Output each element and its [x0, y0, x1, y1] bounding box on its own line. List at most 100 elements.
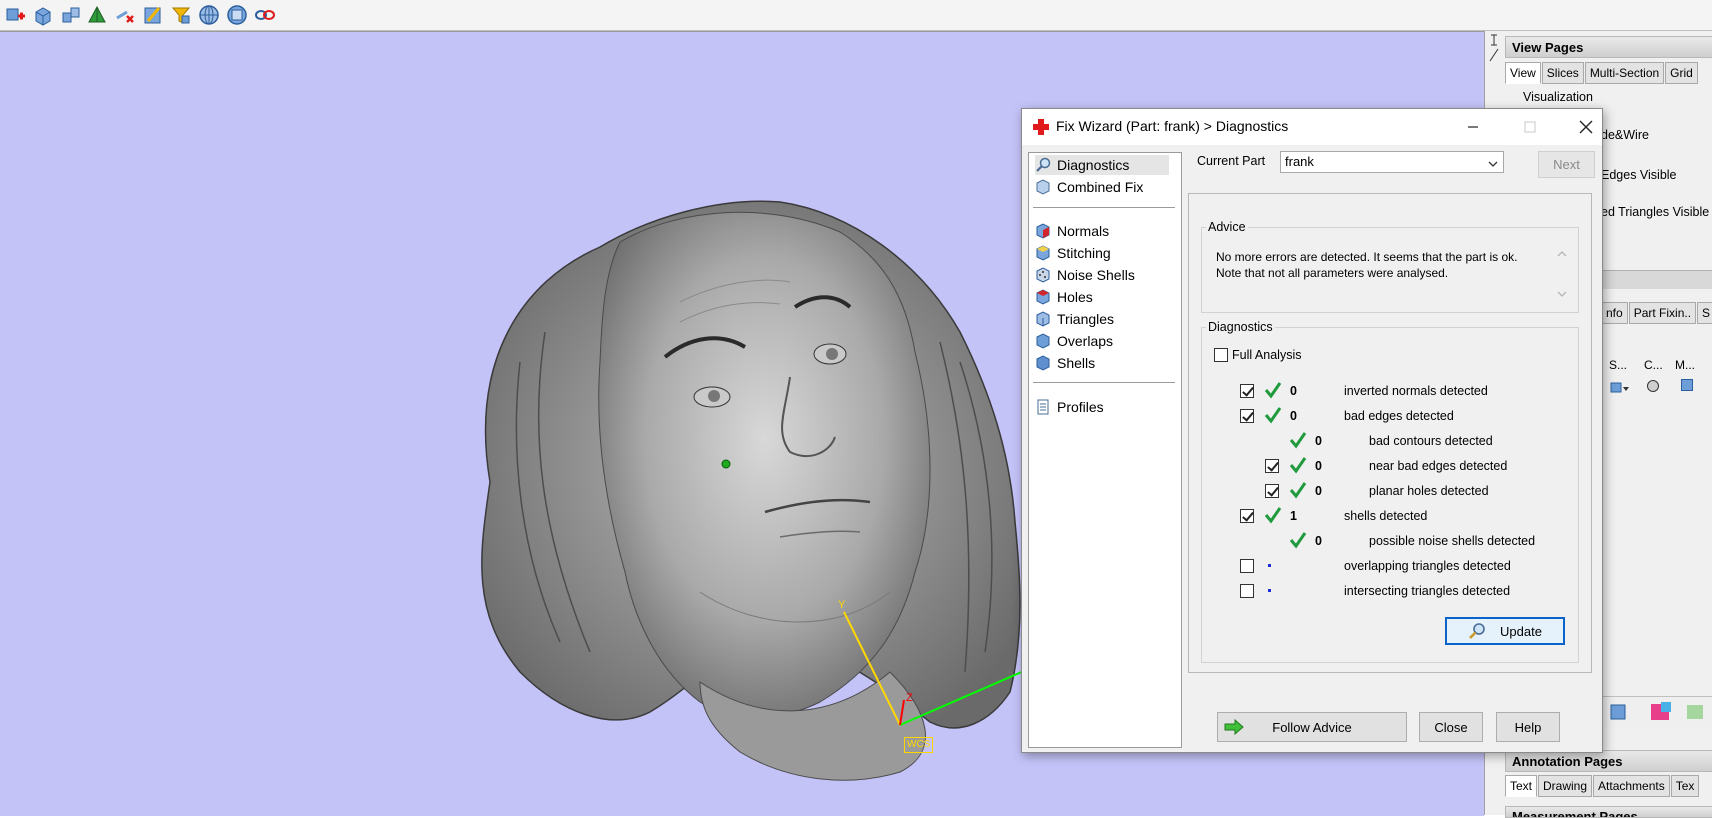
column-s: S... [1609, 358, 1628, 372]
tab-attachments[interactable]: Attachments [1593, 775, 1670, 797]
globe-view-2-icon[interactable] [224, 2, 250, 28]
pyramid-icon[interactable] [84, 2, 110, 28]
check-icon [1264, 507, 1282, 524]
info-tabs: nfo Part Fixin.. S [1601, 302, 1712, 324]
tab-s[interactable]: S [1697, 302, 1712, 324]
edit-triangle-icon[interactable] [140, 2, 166, 28]
tab-drawing[interactable]: Drawing [1538, 775, 1593, 797]
full-analysis-checkbox[interactable] [1214, 348, 1228, 362]
overlapping-triangles-checkbox[interactable] [1240, 559, 1254, 573]
nav-noise-shells-label: Noise Shells [1057, 267, 1135, 283]
overlaps-cube-icon [1035, 333, 1051, 349]
tab-text[interactable]: Text [1505, 775, 1538, 797]
visualization-label: Visualization [1523, 90, 1593, 104]
noise-shells-count: 0 [1315, 534, 1322, 548]
advice-group: Advice No more errors are detected. It s… [1201, 220, 1579, 313]
shells-label: shells detected [1344, 509, 1428, 523]
open-box-icon[interactable] [30, 2, 56, 28]
nav-triangles[interactable]: Triangles [1035, 309, 1114, 329]
option-triangles-visible[interactable]: ed Triangles Visible [1601, 205, 1709, 219]
option-wire[interactable]: de&Wire [1601, 128, 1649, 142]
red-cross-icon [1033, 119, 1049, 138]
next-button[interactable]: Next [1538, 151, 1595, 178]
wcs-text: WCS [907, 739, 931, 750]
shells-checkbox[interactable] [1240, 509, 1254, 523]
main-toolbar [0, 0, 1712, 31]
intersecting-triangles-checkbox[interactable] [1240, 584, 1254, 598]
nav-normals[interactable]: Normals [1035, 221, 1109, 241]
follow-advice-label: Follow Advice [1272, 719, 1352, 735]
link-icon[interactable] [252, 2, 278, 28]
current-part-select[interactable]: frank [1280, 151, 1504, 173]
follow-advice-button[interactable]: Follow Advice [1217, 712, 1407, 742]
nav-holes[interactable]: Holes [1035, 287, 1093, 307]
new-part-icon[interactable] [2, 2, 28, 28]
shell-cube-icon [1609, 379, 1631, 396]
nav-combined-fix[interactable]: Combined Fix [1035, 177, 1143, 197]
option-edges-visible[interactable]: Edges Visible [1601, 168, 1677, 182]
help-button[interactable]: Help [1496, 712, 1560, 742]
nav-noise-shells[interactable]: Noise Shells [1035, 265, 1135, 285]
nav-profiles[interactable]: Profiles [1035, 397, 1104, 417]
y-axis-label: Y [838, 599, 846, 611]
dialog-title: Fix Wizard (Part: frank) > Diagnostics [1056, 118, 1289, 134]
planar-holes-checkbox[interactable] [1265, 484, 1279, 498]
bad-edges-label: bad edges detected [1344, 409, 1454, 423]
funnel-icon[interactable] [168, 2, 194, 28]
minimize-icon[interactable] [1458, 115, 1488, 139]
nav-stitching[interactable]: Stitching [1035, 243, 1111, 263]
current-part-value: frank [1285, 154, 1314, 169]
inverted-normals-count: 0 [1290, 384, 1297, 398]
nav-diagnostics-label: Diagnostics [1057, 157, 1130, 173]
check-icon [1289, 532, 1307, 549]
tab-grid[interactable]: Grid [1665, 62, 1698, 84]
column-c: C... [1644, 358, 1663, 372]
nav-shells[interactable]: Shells [1035, 353, 1095, 373]
inverted-normals-checkbox[interactable] [1240, 384, 1254, 398]
update-button[interactable]: Update [1445, 617, 1565, 645]
dialog-titlebar[interactable]: Fix Wizard (Part: frank) > Diagnostics [1022, 109, 1602, 145]
nav-normals-label: Normals [1057, 223, 1110, 239]
update-label: Update [1500, 623, 1542, 639]
panel-pin-icon[interactable] [1488, 33, 1500, 63]
bad-edges-count: 0 [1290, 409, 1297, 423]
boxes-icon[interactable] [58, 2, 84, 28]
magnifier-icon [1468, 622, 1486, 640]
planar-holes-count: 0 [1315, 484, 1322, 498]
close-button[interactable]: Close [1419, 712, 1483, 742]
maximize-icon[interactable] [1515, 115, 1545, 139]
check-icon [1289, 432, 1307, 449]
nav-overlaps-label: Overlaps [1057, 333, 1114, 349]
close-icon[interactable] [1571, 115, 1601, 139]
overlapping-triangles-label: overlapping triangles detected [1344, 559, 1511, 573]
tab-slices[interactable]: Slices [1541, 62, 1584, 84]
magnifier-icon [1035, 157, 1051, 173]
tab-view[interactable]: View [1505, 62, 1541, 84]
triangles-cube-icon [1035, 311, 1051, 327]
fix-wizard-dialog: Fix Wizard (Part: frank) > Diagnostics D… [1021, 108, 1603, 753]
measurement-pages-title: Measurement Pages [1505, 806, 1712, 818]
tab-info[interactable]: nfo [1601, 302, 1628, 324]
advice-title: Advice [1206, 220, 1248, 234]
nav-separator [1033, 207, 1175, 208]
nav-overlaps[interactable]: Overlaps [1035, 331, 1113, 351]
tab-multi-section[interactable]: Multi-Section [1584, 62, 1665, 84]
stitching-cube-icon [1035, 245, 1051, 261]
pending-dot-icon [1268, 589, 1271, 592]
holes-cube-icon [1035, 289, 1051, 305]
delete-selection-icon[interactable] [112, 2, 138, 28]
globe-view-icon[interactable] [196, 2, 222, 28]
bad-edges-checkbox[interactable] [1240, 409, 1254, 423]
near-bad-edges-label: near bad edges detected [1369, 459, 1508, 473]
near-bad-edges-checkbox[interactable] [1265, 459, 1279, 473]
view-pages-title: View Pages [1505, 36, 1712, 58]
nav-diagnostics[interactable]: Diagnostics [1035, 155, 1169, 175]
tab-tex[interactable]: Tex [1670, 775, 1700, 797]
check-icon [1264, 407, 1282, 424]
diagnostics-group: Diagnostics Full Analysis 0 inverted nor… [1201, 320, 1579, 663]
planar-holes-label: planar holes detected [1369, 484, 1489, 498]
shells-cube-icon [1035, 355, 1051, 371]
advice-scrollbar[interactable] [1554, 246, 1570, 302]
pending-dot-icon [1268, 564, 1271, 567]
tab-part-fixing[interactable]: Part Fixin.. [1628, 302, 1697, 324]
